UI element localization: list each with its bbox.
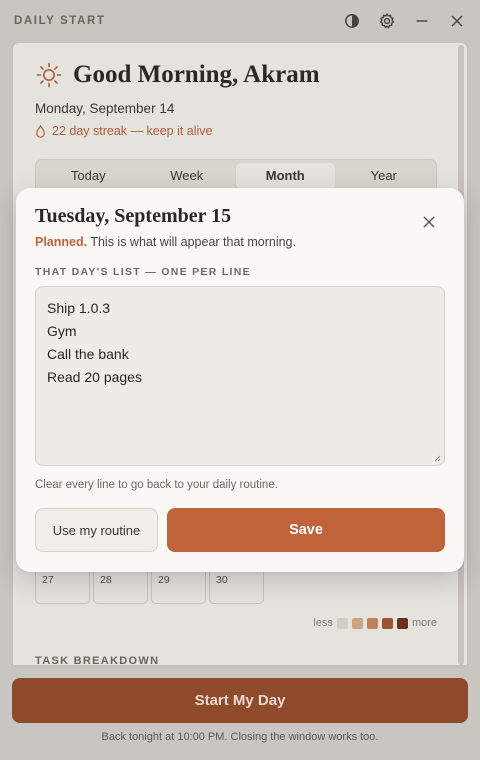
use-routine-button[interactable]: Use my routine: [35, 508, 158, 552]
start-my-day-button[interactable]: Start My Day: [12, 678, 468, 723]
close-icon: [423, 216, 435, 228]
clear-hint: Clear every line to go back to your dail…: [35, 479, 278, 491]
task-line: Ship 1.0.3: [47, 300, 111, 316]
status-text: This is what will appear that morning.: [87, 235, 296, 249]
footer-note: Back tonight at 10:00 PM. Closing the wi…: [101, 731, 379, 743]
task-list-textarea[interactable]: Ship 1.0.3 Gym Call the bank Read 20 pag…: [35, 286, 445, 466]
save-button[interactable]: Save: [167, 508, 445, 552]
dialog-status: Planned. This is what will appear that m…: [35, 235, 296, 249]
task-line: Read 20 pages: [47, 369, 142, 385]
task-line: Call the bank: [47, 346, 129, 362]
dialog-title: Tuesday, September 15: [35, 205, 232, 227]
task-line: Gym: [47, 323, 77, 339]
resize-handle-icon[interactable]: [433, 454, 441, 462]
plan-day-dialog: Tuesday, September 15 Planned. This is w…: [16, 188, 464, 572]
dialog-close-button[interactable]: [420, 213, 438, 231]
status-badge: Planned.: [35, 235, 88, 249]
list-label: THAT DAY'S LIST — ONE PER LINE: [35, 266, 251, 278]
